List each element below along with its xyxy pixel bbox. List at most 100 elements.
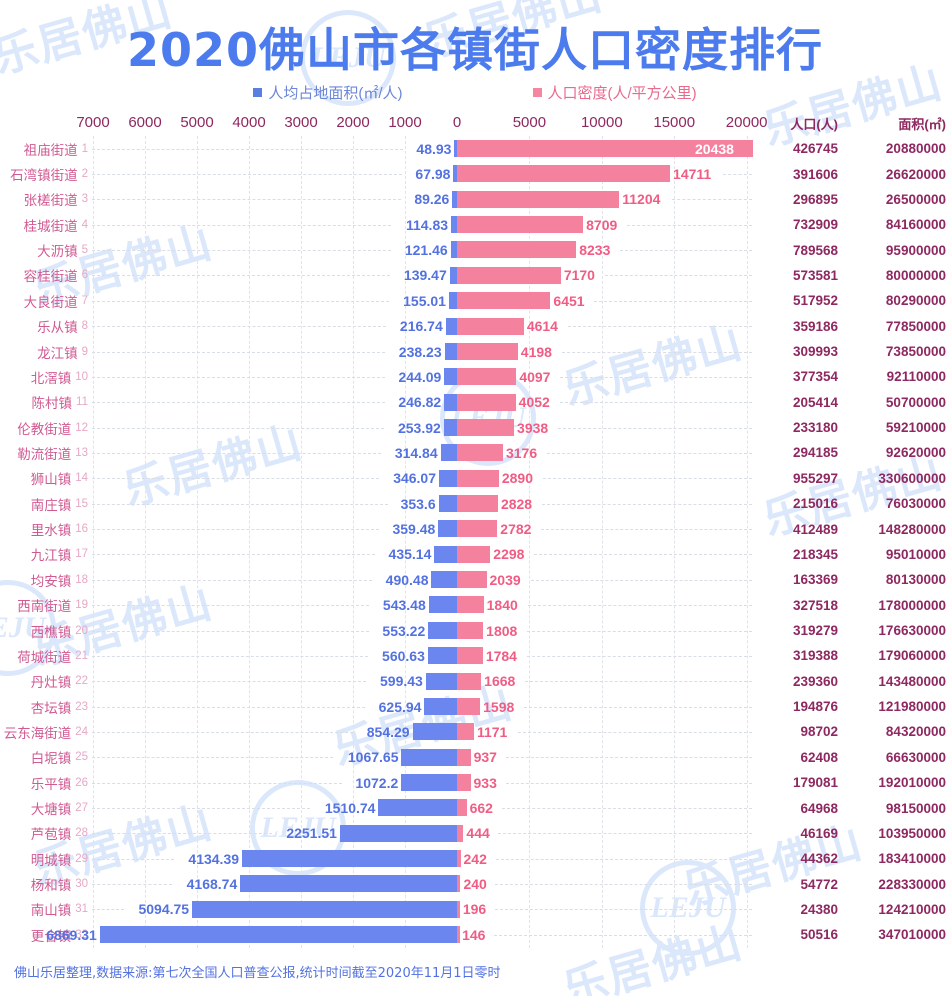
cell-population: 64968 bbox=[800, 800, 838, 816]
bar-area-per-capita[interactable] bbox=[240, 875, 457, 893]
chart-legend: 人均占地面积(㎡/人) 人口密度(人/平方公里) bbox=[0, 82, 950, 103]
bar-population-density[interactable] bbox=[457, 723, 474, 741]
bar-area-per-capita[interactable] bbox=[428, 596, 457, 614]
bar-area-per-capita[interactable] bbox=[443, 418, 457, 436]
cell-area: 121980000 bbox=[878, 699, 946, 715]
bar-population-density[interactable] bbox=[457, 647, 483, 665]
value-label-population-density: 1171 bbox=[476, 723, 508, 740]
value-label-area-per-capita: 353.6 bbox=[400, 495, 436, 512]
bar-population-density[interactable] bbox=[457, 216, 584, 234]
value-label-area-per-capita: 6869.31 bbox=[46, 926, 97, 943]
leader-line bbox=[92, 503, 388, 505]
bar-area-per-capita[interactable] bbox=[242, 850, 457, 868]
bar-population-density[interactable] bbox=[457, 697, 481, 715]
bar-population-density[interactable] bbox=[457, 342, 518, 360]
row-rank: 10 bbox=[75, 370, 88, 383]
bar-area-per-capita[interactable] bbox=[401, 773, 457, 791]
bar-area-per-capita[interactable] bbox=[444, 342, 457, 360]
row-category-label: 祖庙街道 1 bbox=[24, 136, 88, 161]
bar-population-density[interactable] bbox=[457, 850, 461, 868]
bar-area-per-capita[interactable] bbox=[427, 647, 457, 665]
leader-line bbox=[92, 808, 311, 810]
bar-area-per-capita[interactable] bbox=[412, 723, 457, 741]
value-label-area-per-capita: 253.92 bbox=[397, 419, 441, 436]
bar-population-density[interactable] bbox=[457, 900, 460, 918]
bar-population-density[interactable] bbox=[457, 368, 517, 386]
bar-population-density[interactable] bbox=[457, 418, 515, 436]
bar-area-per-capita[interactable] bbox=[339, 824, 457, 842]
leader-line bbox=[92, 351, 385, 353]
cell-area: 80290000 bbox=[885, 293, 946, 309]
axis-tick-left: 7000 bbox=[76, 114, 110, 131]
bar-population-density[interactable] bbox=[457, 824, 464, 842]
bar-population-density[interactable] bbox=[457, 520, 498, 538]
bar-population-density[interactable] bbox=[457, 875, 461, 893]
bar-area-per-capita[interactable] bbox=[444, 368, 457, 386]
value-label-area-per-capita: 599.43 bbox=[380, 673, 423, 690]
bar-area-per-capita[interactable] bbox=[448, 292, 457, 310]
bar-area-per-capita[interactable] bbox=[439, 469, 457, 487]
bar-population-density[interactable] bbox=[457, 799, 467, 817]
row-name: 南山镇 bbox=[30, 903, 72, 919]
cell-population: 294185 bbox=[792, 445, 838, 461]
cell-area: 59210000 bbox=[885, 420, 946, 436]
bar-area-per-capita[interactable] bbox=[444, 393, 457, 411]
row-category-label: 荷城街道 21 bbox=[17, 643, 88, 668]
bar-population-density[interactable] bbox=[457, 266, 561, 284]
bar-population-density[interactable] bbox=[457, 241, 577, 259]
value-label-population-density: 444 bbox=[466, 825, 490, 842]
bar-population-density[interactable] bbox=[457, 469, 499, 487]
value-label-area-per-capita: 4168.74 bbox=[186, 876, 238, 893]
bar-population-density[interactable] bbox=[457, 926, 460, 944]
bar-area-per-capita[interactable] bbox=[431, 571, 457, 589]
chart-row: 乐从镇 8 216.74 4614 359186 77850000 bbox=[0, 314, 950, 339]
bar-area-per-capita[interactable] bbox=[438, 520, 457, 538]
bar-area-per-capita[interactable] bbox=[449, 266, 457, 284]
row-rank: 9 bbox=[81, 345, 88, 358]
bar-area-per-capita[interactable] bbox=[428, 621, 457, 639]
bar-population-density[interactable] bbox=[457, 596, 484, 614]
bar-population-density[interactable] bbox=[457, 317, 524, 335]
row-name: 乐从镇 bbox=[37, 320, 78, 336]
bar-population-density[interactable] bbox=[457, 545, 491, 563]
cell-area: 26620000 bbox=[885, 166, 946, 182]
value-label-area-per-capita: 139.47 bbox=[403, 267, 447, 284]
bar-area-per-capita[interactable] bbox=[192, 900, 457, 918]
bar-area-per-capita[interactable] bbox=[99, 926, 457, 944]
leader-line bbox=[498, 833, 752, 835]
bar-population-density[interactable] bbox=[457, 571, 487, 589]
cell-area: 347010000 bbox=[878, 927, 946, 943]
bar-area-per-capita[interactable] bbox=[440, 444, 457, 462]
chart-row: 芦苞镇 28 2251.51 444 46169 103950000 bbox=[0, 821, 950, 846]
leader-line bbox=[92, 731, 353, 733]
bar-population-density[interactable] bbox=[457, 621, 484, 639]
row-rank: 31 bbox=[75, 903, 88, 916]
cell-area: 92110000 bbox=[886, 369, 946, 385]
row-name: 大沥镇 bbox=[37, 244, 78, 260]
bar-area-per-capita[interactable] bbox=[425, 672, 457, 690]
axis-tick-left: 4000 bbox=[232, 114, 266, 131]
bar-population-density[interactable] bbox=[457, 444, 503, 462]
bar-population-density[interactable] bbox=[457, 292, 551, 310]
bar-area-per-capita[interactable] bbox=[438, 495, 457, 513]
row-name: 祖庙街道 bbox=[23, 142, 78, 158]
bar-area-per-capita[interactable] bbox=[424, 697, 457, 715]
bar-area-per-capita[interactable] bbox=[445, 317, 457, 335]
bar-area-per-capita[interactable] bbox=[401, 748, 457, 766]
value-label-area-per-capita: 89.26 bbox=[414, 191, 450, 208]
bar-population-density[interactable] bbox=[457, 165, 671, 183]
chart-row: 乐平镇 26 1072.2 933 179081 192010000 bbox=[0, 770, 950, 795]
value-label-population-density: 8709 bbox=[586, 216, 618, 233]
bar-population-density[interactable] bbox=[457, 393, 516, 411]
leader-line bbox=[604, 275, 752, 277]
chart-row: 白坭镇 25 1067.65 937 62408 66630000 bbox=[0, 745, 950, 770]
row-name: 乐平镇 bbox=[30, 776, 72, 792]
bar-population-density[interactable] bbox=[457, 748, 471, 766]
bar-population-density[interactable] bbox=[457, 773, 471, 791]
bar-population-density[interactable] bbox=[457, 672, 482, 690]
bar-population-density[interactable] bbox=[457, 190, 620, 208]
bar-population-density[interactable] bbox=[457, 495, 498, 513]
bar-area-per-capita[interactable] bbox=[434, 545, 457, 563]
leader-line bbox=[92, 909, 124, 911]
bar-area-per-capita[interactable] bbox=[378, 799, 457, 817]
